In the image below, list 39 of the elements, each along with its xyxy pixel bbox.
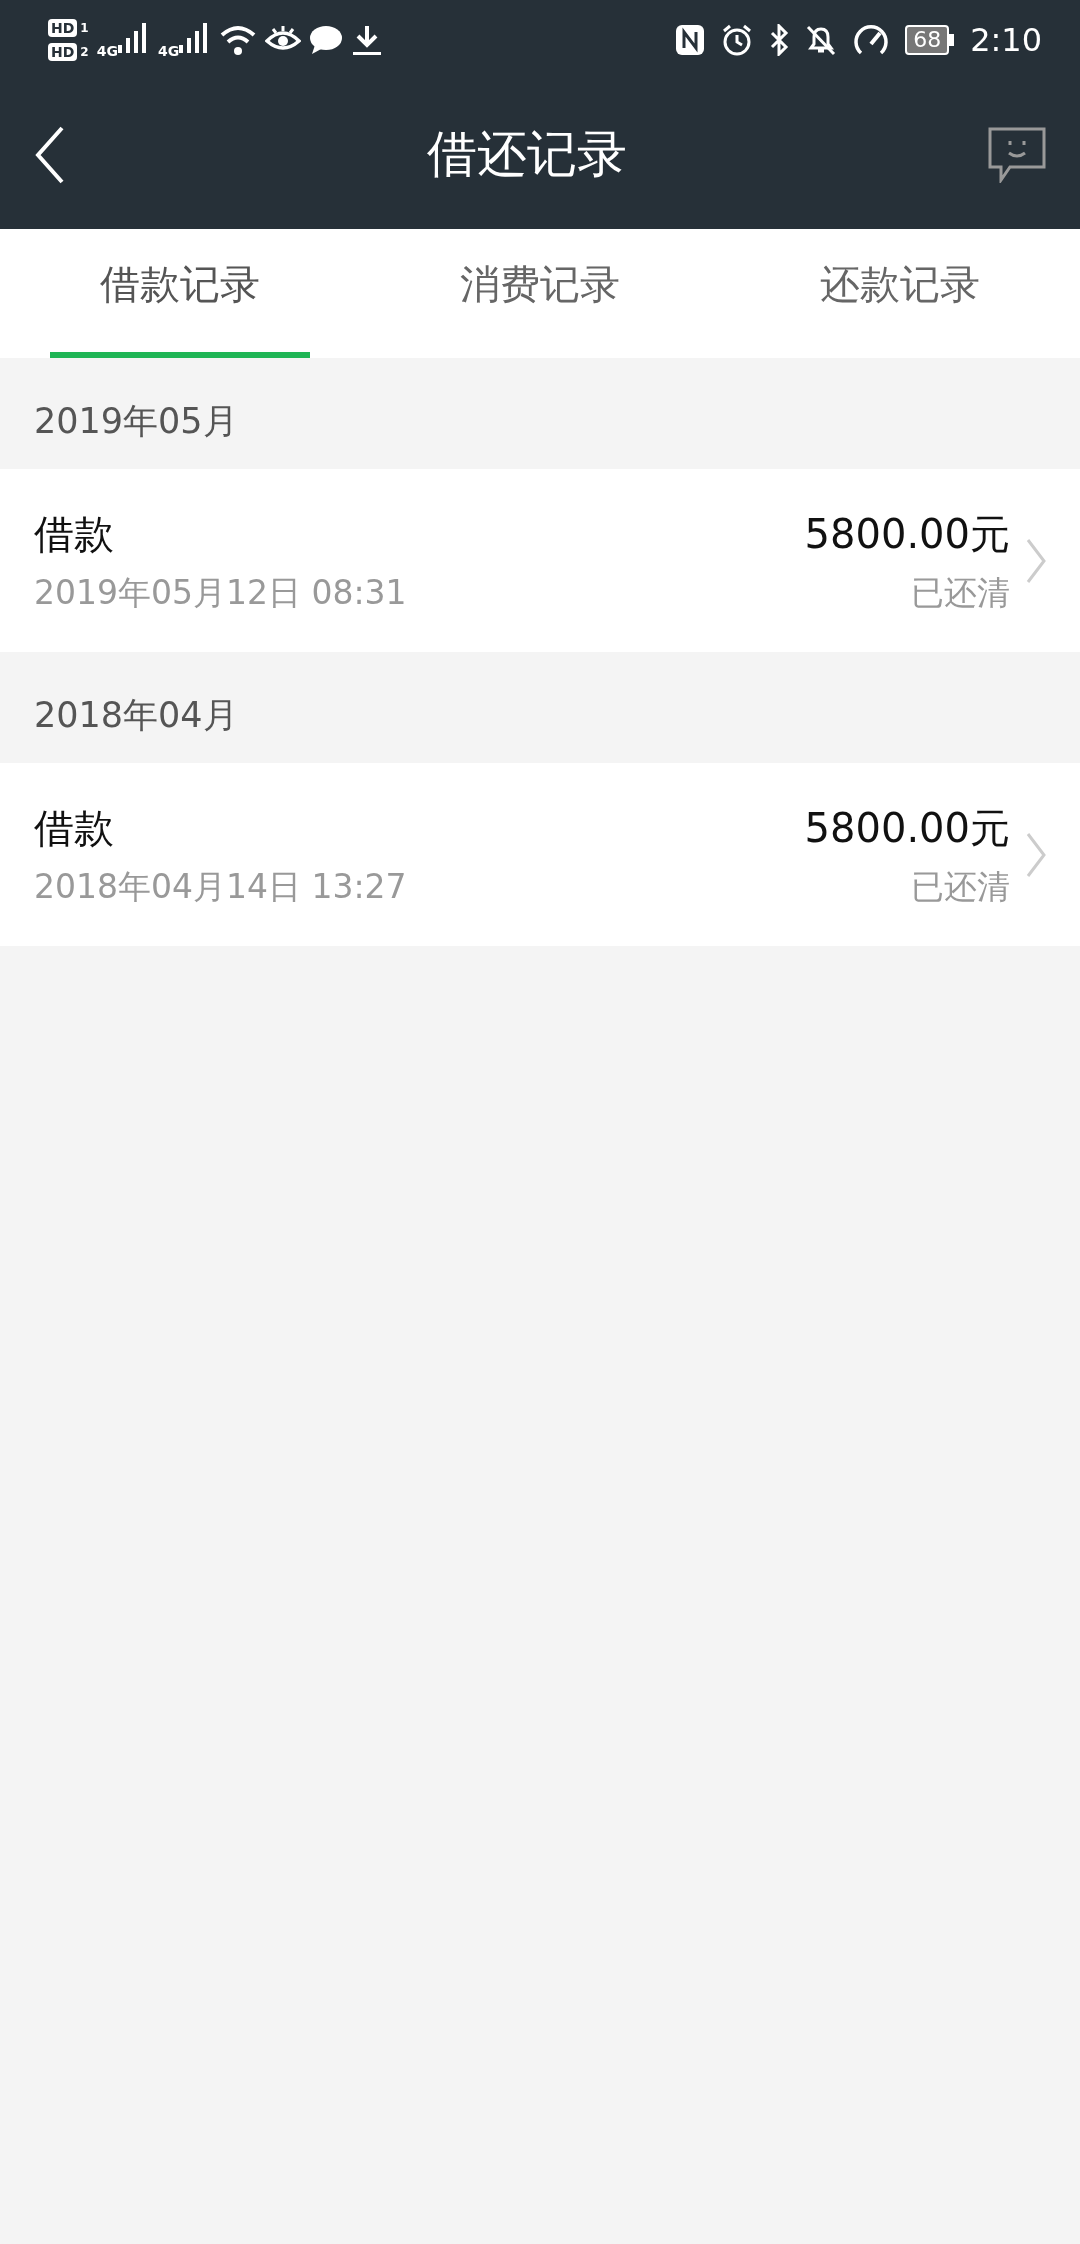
- wifi-icon: [219, 23, 258, 57]
- page-title: 借还记录: [427, 124, 627, 185]
- tab[interactable]: 消费记录: [360, 229, 720, 358]
- battery-level: 68: [905, 25, 950, 55]
- month-heading: 2018年04月: [34, 694, 238, 738]
- speech-bubble-icon: [988, 126, 1046, 183]
- month-heading: 2019年05月: [34, 400, 238, 444]
- record-amount: 5800.00元: [804, 803, 1010, 853]
- tab[interactable]: 借款记录: [0, 229, 360, 358]
- chat-bubble-icon: [309, 25, 344, 55]
- download-icon: [351, 24, 384, 56]
- sim-number: 1: [80, 20, 89, 37]
- network-label: 4G: [96, 41, 118, 61]
- back-icon: [34, 124, 66, 185]
- record-title: 借款: [34, 803, 115, 853]
- record-time: 2019年05月12日 08:31: [34, 571, 408, 614]
- chevron-right-icon: [1026, 537, 1046, 584]
- network-label: 4G: [157, 41, 180, 61]
- bell-muted-icon: [805, 24, 838, 56]
- nfc-icon: [675, 24, 706, 56]
- feedback-button[interactable]: [988, 126, 1046, 183]
- record-row[interactable]: 借款 2018年04月14日 13:27 5800.00元 已还清: [0, 763, 1080, 946]
- record-row[interactable]: 借款 2019年05月12日 08:31 5800.00元 已还清: [0, 469, 1080, 652]
- record-amount: 5800.00元: [804, 509, 1010, 559]
- record-title: 借款: [34, 509, 115, 559]
- sim-number: 2: [80, 44, 89, 61]
- chevron-right-icon: [1026, 831, 1046, 878]
- battery-tip-icon: [949, 34, 955, 46]
- bluetooth-icon: [769, 24, 790, 56]
- hd-label: HD: [48, 19, 78, 37]
- alarm-clock-icon: [721, 24, 754, 56]
- speedometer-icon: [853, 24, 890, 56]
- tab[interactable]: 还款记录: [720, 229, 1080, 358]
- status-time: 2:10: [970, 20, 1042, 61]
- record-status: 已还清: [911, 865, 1010, 908]
- record-status: 已还清: [911, 571, 1010, 614]
- record-time: 2018年04月14日 13:27: [34, 865, 408, 908]
- hd-label: HD: [48, 43, 78, 61]
- back-button[interactable]: [34, 124, 66, 185]
